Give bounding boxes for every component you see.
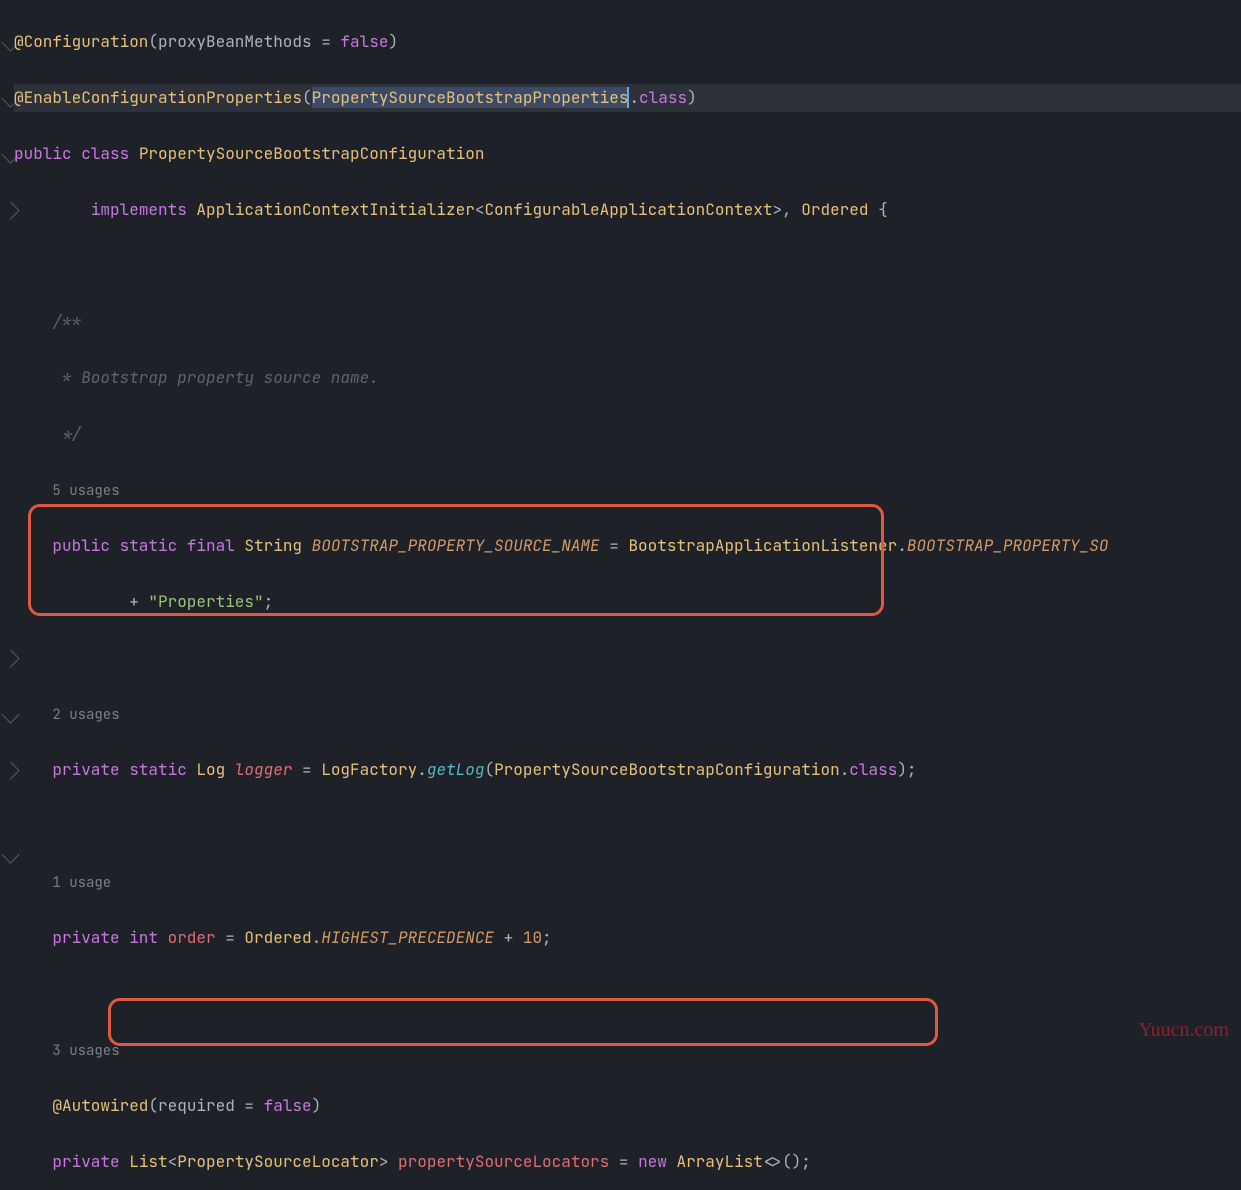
code-line[interactable]: public class PropertySourceBootstrapConf… xyxy=(14,140,1241,168)
code-line[interactable]: */ xyxy=(14,420,1241,448)
code-line[interactable]: + "Properties"; xyxy=(14,588,1241,616)
usages-hint[interactable]: 5 usages xyxy=(14,476,1241,504)
code-line[interactable]: private List<PropertySourceLocator> prop… xyxy=(14,1148,1241,1176)
code-area[interactable]: @Configuration(proxyBeanMethods = false)… xyxy=(14,0,1241,1190)
code-line[interactable]: implements ApplicationContextInitializer… xyxy=(14,196,1241,224)
code-line[interactable]: @Autowired(required = false) xyxy=(14,1092,1241,1120)
code-editor[interactable]: @Configuration(proxyBeanMethods = false)… xyxy=(0,0,1241,1190)
code-line-active[interactable]: @EnableConfigurationProperties(PropertyS… xyxy=(14,84,1241,112)
usages-hint[interactable]: 2 usages xyxy=(14,700,1241,728)
selection: PropertySourceBootstrapProperties xyxy=(312,87,629,108)
code-line[interactable]: private static Log logger = LogFactory.g… xyxy=(14,756,1241,784)
usages-hint[interactable]: 1 usage xyxy=(14,868,1241,896)
code-line[interactable]: public static final String BOOTSTRAP_PRO… xyxy=(14,532,1241,560)
code-line[interactable]: /** xyxy=(14,308,1241,336)
usages-hint[interactable]: 3 usages xyxy=(14,1036,1241,1064)
code-line[interactable]: private int order = Ordered.HIGHEST_PREC… xyxy=(14,924,1241,952)
code-line[interactable]: * Bootstrap property source name. xyxy=(14,364,1241,392)
code-line[interactable]: @Configuration(proxyBeanMethods = false) xyxy=(14,28,1241,56)
